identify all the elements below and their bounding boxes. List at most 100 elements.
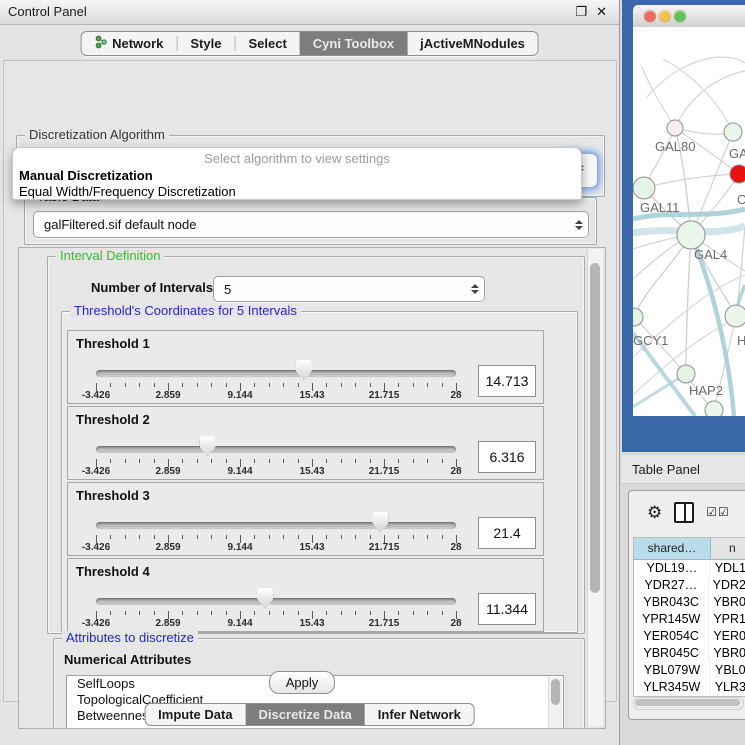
close-window-icon[interactable]: ✕ [596, 4, 607, 20]
cell-name[interactable]: YBR0 [709, 645, 745, 662]
cell-name[interactable]: YDL1 [711, 560, 745, 577]
table-row[interactable]: YLR345WYLR3 [634, 679, 745, 696]
float-window-icon[interactable]: ❐ [575, 4, 587, 20]
gear-icon[interactable]: ⚙ [647, 504, 662, 521]
table-horizontal-scrollbar[interactable] [633, 697, 744, 710]
axis-label: -3.426 [82, 466, 110, 477]
network-edge[interactable] [644, 174, 739, 188]
network-node[interactable] [705, 401, 723, 416]
cell-name[interactable]: YBR0 [709, 594, 745, 611]
network-edge[interactable] [675, 71, 745, 128]
combo-arrows-icon [466, 284, 484, 294]
close-traffic-light-icon[interactable] [644, 10, 656, 22]
network-node[interactable] [677, 221, 705, 249]
tick-mark [427, 459, 428, 463]
threshold-value-field[interactable]: 14.713 [478, 365, 536, 397]
split-columns-icon[interactable] [674, 502, 694, 523]
network-node[interactable] [633, 177, 655, 199]
zoom-traffic-light-icon[interactable] [674, 10, 686, 22]
dropdown-option-manual[interactable]: Manual Discretization [13, 168, 581, 184]
table-panel-toolbar: ⚙ ☑☑ [629, 491, 745, 533]
network-node[interactable] [730, 165, 745, 183]
cell-shared-name[interactable]: YBR043C [634, 594, 709, 611]
cell-shared-name[interactable]: YLR345W [634, 679, 711, 696]
cell-name[interactable]: YER0 [709, 628, 745, 645]
dropdown-option-equal-width[interactable]: Equal Width/Frequency Discretization [13, 184, 581, 200]
list-scrollbar[interactable] [548, 677, 562, 729]
network-edge[interactable] [686, 235, 691, 374]
network-node-label: GAL4 [694, 247, 727, 262]
table-row[interactable]: YBL079WYBL0 [634, 662, 745, 679]
network-edge[interactable] [647, 57, 745, 97]
cell-shared-name[interactable]: YDR27… [634, 577, 709, 594]
tab-cyni-toolbox[interactable]: Cyni Toolbox [300, 32, 407, 55]
tab-impute-data[interactable]: Impute Data [145, 704, 245, 725]
threshold-value-field[interactable]: 11.344 [478, 593, 536, 625]
pane-scrollbar[interactable] [587, 249, 603, 726]
axis-label: 2.859 [155, 542, 180, 553]
table-row[interactable]: YER054CYER0 [634, 628, 745, 645]
table-row[interactable]: YPR145WYPR1 [634, 611, 745, 628]
slider-track[interactable] [96, 446, 456, 453]
tick-mark [197, 383, 198, 387]
tick-mark [398, 383, 399, 387]
cell-shared-name[interactable]: YBL079W [634, 662, 711, 679]
select-columns-icon[interactable]: ☑☑ [706, 505, 730, 519]
tab-infer-network[interactable]: Infer Network [365, 704, 474, 725]
network-node[interactable] [677, 365, 695, 383]
tab-label: Cyni Toolbox [313, 36, 394, 51]
threshold-slider[interactable]: -3.4262.8599.14415.4321.71528 [96, 483, 456, 555]
slider-thumb[interactable] [296, 360, 312, 381]
table-data-combobox[interactable]: galFiltered.sif default node [33, 211, 589, 238]
threshold-value-field[interactable]: 21.4 [478, 517, 536, 549]
table-row[interactable]: YDR27…YDR2 [634, 577, 745, 594]
axis-label: 2.859 [155, 618, 180, 629]
cell-shared-name[interactable]: YPR145W [634, 611, 709, 628]
node-attribute-table[interactable]: shared… n YDL19…YDL1YDR27…YDR2YBR043CYBR… [633, 537, 745, 697]
slider-thumb[interactable] [200, 436, 216, 457]
threshold-panel: Threshold 4-3.4262.8599.14415.4321.71528… [67, 558, 544, 632]
cyni-mode-tabbar: Impute DataDiscretize DataInfer Network [144, 703, 475, 726]
column-header-name[interactable]: n [711, 538, 745, 559]
slider-thumb[interactable] [372, 512, 388, 533]
tick-mark [226, 459, 227, 463]
cell-name[interactable]: YDR2 [709, 577, 745, 594]
tab-select[interactable]: Select [235, 32, 299, 55]
network-edge[interactable] [634, 235, 691, 317]
tab-style[interactable]: Style [177, 32, 234, 55]
threshold-slider[interactable]: -3.4262.8599.14415.4321.71528 [96, 331, 456, 403]
cell-shared-name[interactable]: YBR045C [634, 645, 709, 662]
table-panel-titlebar: Table Panel [622, 455, 745, 484]
network-node[interactable] [667, 120, 683, 136]
threshold-slider[interactable]: -3.4262.8599.14415.4321.71528 [96, 559, 456, 631]
tab-discretize-data[interactable]: Discretize Data [246, 704, 365, 725]
cell-name[interactable]: YLR3 [711, 679, 745, 696]
cell-shared-name[interactable]: YER054C [634, 628, 709, 645]
slider-thumb[interactable] [257, 588, 273, 609]
table-row[interactable]: YBR043CYBR0 [634, 594, 745, 611]
network-canvas[interactable]: GAL80GACGAL11GAL4GCY1HHAP2 [633, 27, 745, 416]
network-node[interactable] [633, 308, 643, 326]
tab-jactivemnodules[interactable]: jActiveMNodules [407, 32, 538, 55]
minimize-traffic-light-icon[interactable] [659, 10, 671, 22]
threshold-slider[interactable]: -3.4262.8599.14415.4321.71528 [96, 407, 456, 479]
tab-network[interactable]: Network [81, 32, 176, 55]
table-row[interactable]: YBR045CYBR0 [634, 645, 745, 662]
tick-mark [413, 535, 414, 539]
network-node[interactable] [724, 123, 742, 141]
table-row[interactable]: YDL19…YDL1 [634, 560, 745, 577]
cell-name[interactable]: YBL0 [711, 662, 745, 679]
cell-name[interactable]: YPR1 [709, 611, 745, 628]
apply-button[interactable]: Apply [269, 671, 335, 694]
cell-shared-name[interactable]: YDL19… [634, 560, 711, 577]
threshold-value-field[interactable]: 6.316 [478, 441, 536, 473]
column-header-shared-name[interactable]: shared… [634, 538, 711, 559]
network-edge[interactable] [691, 132, 733, 235]
network-node[interactable] [725, 305, 745, 327]
slider-track[interactable] [96, 522, 456, 529]
slider-track[interactable] [96, 598, 456, 605]
slider-track[interactable] [96, 370, 456, 377]
number-of-intervals-combobox[interactable]: 5 [213, 276, 485, 302]
network-edge[interactable] [641, 65, 675, 128]
tick-mark [326, 535, 327, 539]
